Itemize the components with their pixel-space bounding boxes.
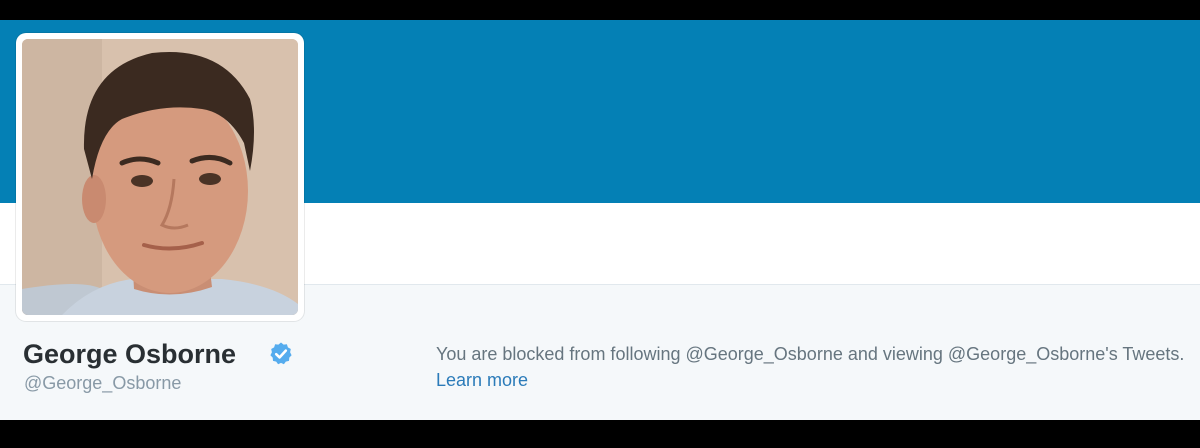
profile-screen-name: @George_Osborne [24, 373, 182, 393]
verified-check-icon [268, 341, 294, 367]
avatar-photo [22, 39, 298, 315]
profile-display-name: George Osborne [23, 339, 237, 369]
blocked-message-text: You are blocked from following @George_O… [436, 344, 1185, 364]
learn-more-link[interactable]: Learn more [436, 370, 528, 390]
blocked-notice: You are blocked from following @George_O… [436, 341, 1196, 393]
avatar[interactable] [16, 33, 304, 321]
profile-page: George Osborne @George_Osborne You are b… [0, 0, 1200, 448]
